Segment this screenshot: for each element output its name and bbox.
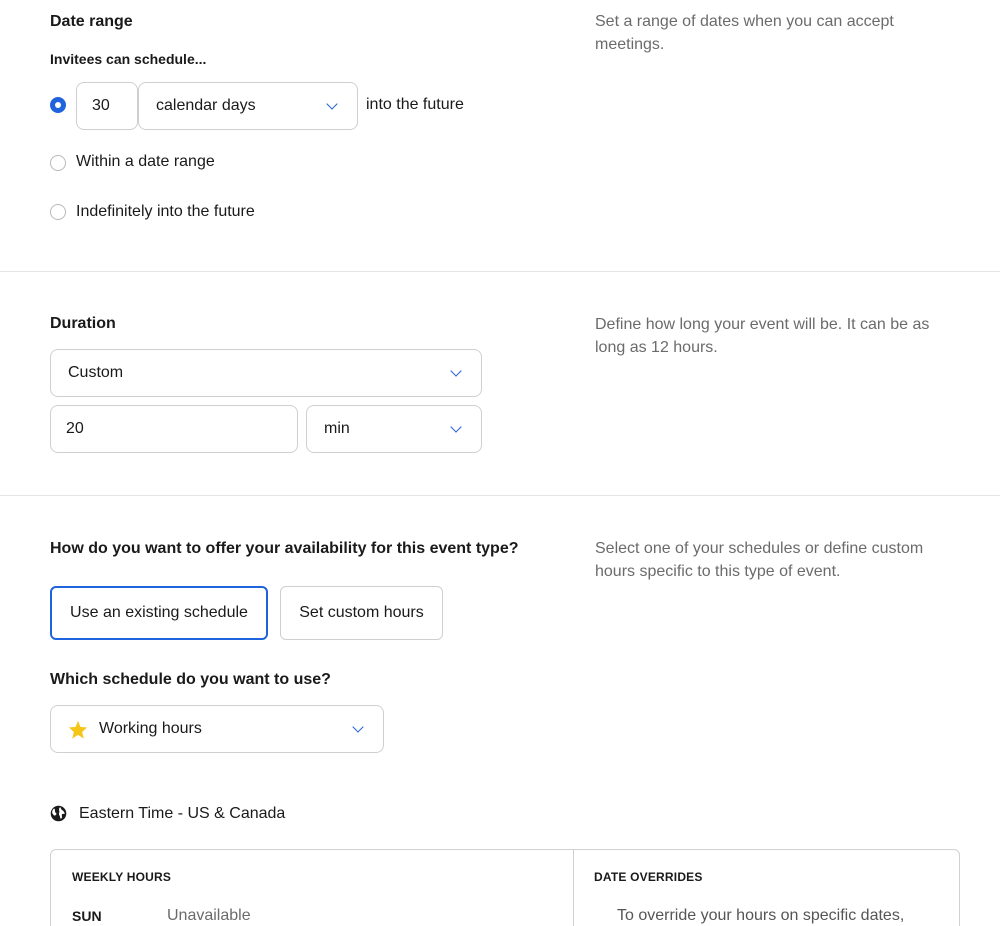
duration-help: Define how long your event will be. It c… xyxy=(595,316,930,356)
into-future-label: into the future xyxy=(366,96,464,113)
table-divider xyxy=(573,850,574,926)
date-range-title: Date range xyxy=(50,13,133,30)
radio-date-range[interactable] xyxy=(50,155,66,171)
day-label-sun: SUN xyxy=(72,908,102,924)
schedule-value: Working hours xyxy=(99,720,202,737)
globe-icon xyxy=(50,805,67,822)
set-custom-hours-button[interactable]: Set custom hours xyxy=(280,586,443,640)
date-range-option-label: Within a date range xyxy=(76,153,215,170)
date-range-help: Set a range of dates when you can accept… xyxy=(595,13,894,53)
duration-title: Duration xyxy=(50,315,116,332)
radio-indefinitely[interactable] xyxy=(50,204,66,220)
duration-value: 20 xyxy=(66,420,84,437)
schedule-question: Which schedule do you want to use? xyxy=(50,671,331,688)
weekly-hours-header: WEEKLY HOURS xyxy=(72,870,172,884)
schedule-select[interactable]: Working hours xyxy=(50,705,384,753)
star-icon xyxy=(68,720,88,739)
chevron-down-icon xyxy=(326,98,338,110)
date-overrides-header: DATE OVERRIDES xyxy=(594,870,703,884)
days-unit-value: calendar days xyxy=(156,97,256,114)
availability-help: Select one of your schedules or define c… xyxy=(595,540,924,580)
days-value: 30 xyxy=(92,97,110,114)
section-divider xyxy=(0,271,1000,272)
duration-unit-select[interactable]: min xyxy=(306,405,482,453)
days-unit-select[interactable]: calendar days xyxy=(138,82,358,130)
radio-rolling-days[interactable] xyxy=(50,97,66,113)
days-input[interactable]: 30 xyxy=(76,82,138,130)
availability-question: How do you want to offer your availabili… xyxy=(50,540,519,557)
chevron-down-icon xyxy=(450,365,462,377)
use-existing-schedule-button[interactable]: Use an existing schedule xyxy=(50,586,268,640)
hours-table: WEEKLY HOURS DATE OVERRIDES SUN Unavaila… xyxy=(50,849,960,926)
day-value-sun[interactable]: Unavailable xyxy=(167,907,251,925)
timezone-label[interactable]: Eastern Time - US & Canada xyxy=(79,805,285,823)
override-help-text: To override your hours on specific dates… xyxy=(617,907,905,924)
duration-preset-select[interactable]: Custom xyxy=(50,349,482,397)
chevron-down-icon xyxy=(352,721,364,733)
invitees-label: Invitees can schedule... xyxy=(50,51,207,67)
chevron-down-icon xyxy=(450,421,462,433)
section-divider xyxy=(0,495,1000,496)
duration-value-input[interactable]: 20 xyxy=(50,405,298,453)
duration-unit-value: min xyxy=(324,420,350,437)
indefinitely-option-label: Indefinitely into the future xyxy=(76,203,255,220)
duration-preset-value: Custom xyxy=(68,364,124,381)
